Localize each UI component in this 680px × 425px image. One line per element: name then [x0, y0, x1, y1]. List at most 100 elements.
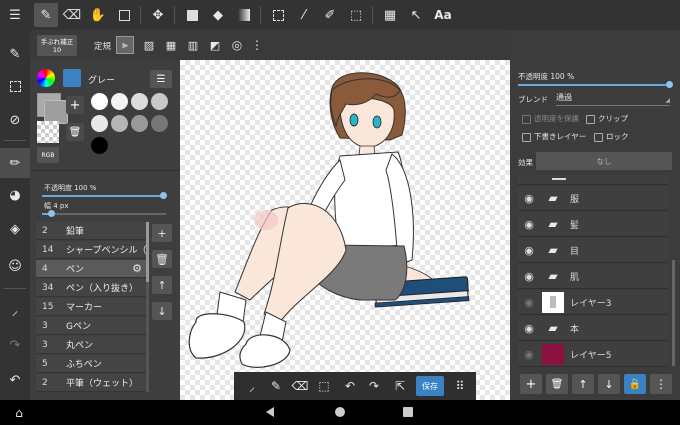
select-eraser-icon[interactable]: ⬚ [344, 3, 368, 27]
undo-icon[interactable]: ↶ [3, 368, 27, 392]
layer-row[interactable]: ◉ ▰ 肌 [518, 264, 668, 289]
add-layer-icon[interactable]: + [520, 374, 542, 394]
delete-brush-icon[interactable]: 🗑 [152, 250, 172, 268]
home-app-icon[interactable]: ⌂ [10, 404, 28, 421]
home-nav-icon[interactable] [335, 407, 345, 417]
drawing-canvas[interactable] [180, 60, 510, 400]
layer-row[interactable]: ◉ ▰ 目 [518, 238, 668, 263]
layer-row[interactable]: ◉ ▰ 本 [518, 316, 668, 341]
trash-icon[interactable]: 🗑 [66, 123, 84, 141]
ruler-grid-icon[interactable]: ▦ [162, 36, 180, 54]
effect-select[interactable]: なし [536, 152, 672, 170]
brush-item[interactable]: 14シャープペンシル（HB） [36, 241, 146, 259]
cursor-icon[interactable]: ↖ [404, 3, 428, 27]
fill-rect-icon[interactable] [180, 3, 204, 27]
deselect-icon[interactable]: ⬚ [314, 376, 334, 396]
text-tool-icon[interactable]: Aa [430, 3, 456, 27]
color-swatch[interactable] [91, 137, 108, 154]
material-icon[interactable]: ☺ [3, 254, 27, 278]
list-view-icon[interactable]: ☰ [150, 70, 172, 88]
add-brush-icon[interactable]: + [152, 224, 172, 242]
layer-row[interactable]: ◉ レイヤー3 [518, 290, 668, 315]
eyedropper-icon[interactable]: ⸝ [3, 298, 27, 322]
bucket-icon[interactable]: ◆ [206, 3, 230, 27]
save-button[interactable]: 保存 [416, 376, 444, 396]
color-swatch[interactable] [111, 93, 128, 110]
brush-item[interactable]: 34 ペン（入り抜き） [36, 279, 146, 297]
visibility-eye-icon[interactable]: ◉ [518, 322, 540, 335]
brush-panel-icon[interactable]: ✏ [0, 148, 30, 178]
brush-width-slider[interactable] [42, 210, 166, 217]
visibility-eye-icon[interactable]: ◉ [518, 296, 540, 309]
layer-row[interactable]: ◉ ▰ 服 [518, 186, 668, 211]
ruler-perspective-icon[interactable]: ◩ [206, 36, 224, 54]
clip-checkbox[interactable]: クリップ [586, 113, 628, 124]
transparent-color[interactable] [37, 121, 59, 143]
no-entry-icon[interactable]: ⊘ [3, 108, 27, 132]
gradient-icon[interactable] [232, 3, 256, 27]
lock-layer-icon[interactable]: 🔒 [624, 374, 646, 394]
lock-checkbox[interactable]: ロック [594, 131, 629, 142]
visibility-eye-icon[interactable]: ◉ [518, 270, 540, 283]
color-swatch[interactable] [111, 115, 128, 132]
delete-layer-icon[interactable]: 🗑 [546, 374, 568, 394]
add-color-icon[interactable]: + [66, 96, 84, 114]
protect-alpha-checkbox[interactable]: 透明度を保護 [522, 113, 579, 124]
move-up-icon[interactable]: ↑ [152, 276, 172, 294]
recents-nav-icon[interactable] [403, 407, 413, 417]
layer-menu-icon[interactable]: ⋮ [650, 374, 672, 394]
hand-tool-icon[interactable]: ✋ [86, 3, 110, 27]
pen-icon[interactable]: ✎ [266, 376, 286, 396]
layer-row[interactable]: ◉ レイヤー5 [518, 342, 668, 367]
color-swatch[interactable] [131, 115, 148, 132]
brush-item[interactable]: 2 鉛筆 [36, 222, 146, 240]
color-swatch[interactable] [91, 93, 108, 110]
layers-icon[interactable]: ◈ [3, 217, 27, 241]
brush-item[interactable]: 3 Gペン [36, 317, 146, 335]
color-wheel-icon[interactable] [37, 69, 55, 87]
move-tool-icon[interactable]: ✥ [146, 3, 170, 27]
layer-scrollbar[interactable] [672, 260, 675, 366]
ruler-chart-icon[interactable]: ⫸ [116, 36, 134, 54]
back-nav-icon[interactable] [266, 407, 274, 417]
redo-icon[interactable]: ↷ [3, 333, 27, 357]
blend-select[interactable]: 通過 ◢ [556, 92, 670, 106]
brush-item-selected[interactable]: 4 ペン ⚙ [36, 260, 146, 278]
visibility-eye-icon[interactable]: ◉ [518, 244, 540, 257]
brush-item[interactable]: 3 丸ペン [36, 336, 146, 354]
more-options-icon[interactable]: ⋮ [250, 36, 264, 54]
edit-icon[interactable]: ✎ [3, 42, 27, 66]
brush-settings-gear-icon[interactable]: ⚙ [132, 262, 142, 275]
brush-item[interactable]: 5 ふちペン [36, 355, 146, 373]
ruler-parallel-icon[interactable]: ▨ [140, 36, 158, 54]
frame-icon[interactable]: ▦ [378, 3, 402, 27]
ruler-vertical-icon[interactable]: ▥ [184, 36, 202, 54]
grid-menu-icon[interactable]: ⠿ [450, 376, 470, 396]
eyedropper-icon[interactable]: ⸝ [242, 376, 262, 396]
layer-opacity-slider[interactable] [518, 81, 673, 88]
color-swatch[interactable] [91, 115, 108, 132]
color-swatch[interactable] [131, 93, 148, 110]
select-pen-icon[interactable]: ✐ [318, 3, 342, 27]
brush-item[interactable]: 15 マーカー [36, 298, 146, 316]
menu-icon[interactable]: ☰ [3, 3, 27, 27]
layer-up-icon[interactable]: ↑ [572, 374, 594, 394]
pen-tool-icon[interactable]: ✎ [34, 3, 58, 27]
redo-icon[interactable]: ↷ [364, 376, 384, 396]
export-icon[interactable]: ⇱ [390, 376, 410, 396]
select-rect-icon[interactable] [112, 3, 136, 27]
visibility-eye-icon[interactable]: ◉ [518, 192, 540, 205]
visibility-eye-icon[interactable]: ◉ [518, 218, 540, 231]
ruler-circle-icon[interactable]: ◎ [228, 36, 246, 54]
move-down-icon[interactable]: ↓ [152, 302, 172, 320]
palette-grid-icon[interactable] [63, 69, 81, 87]
brush-opacity-slider[interactable] [42, 192, 167, 199]
marquee-icon[interactable] [266, 3, 290, 27]
color-swatch[interactable] [151, 115, 168, 132]
eraser-icon[interactable]: ⌫ [290, 376, 310, 396]
visibility-eye-icon[interactable]: ◉ [518, 348, 540, 361]
layer-row[interactable]: ◉ ▰ 髪 [518, 212, 668, 237]
rgb-button[interactable]: RGB [37, 147, 59, 163]
layer-down-icon[interactable]: ↓ [598, 374, 620, 394]
selection-icon[interactable] [3, 74, 27, 98]
